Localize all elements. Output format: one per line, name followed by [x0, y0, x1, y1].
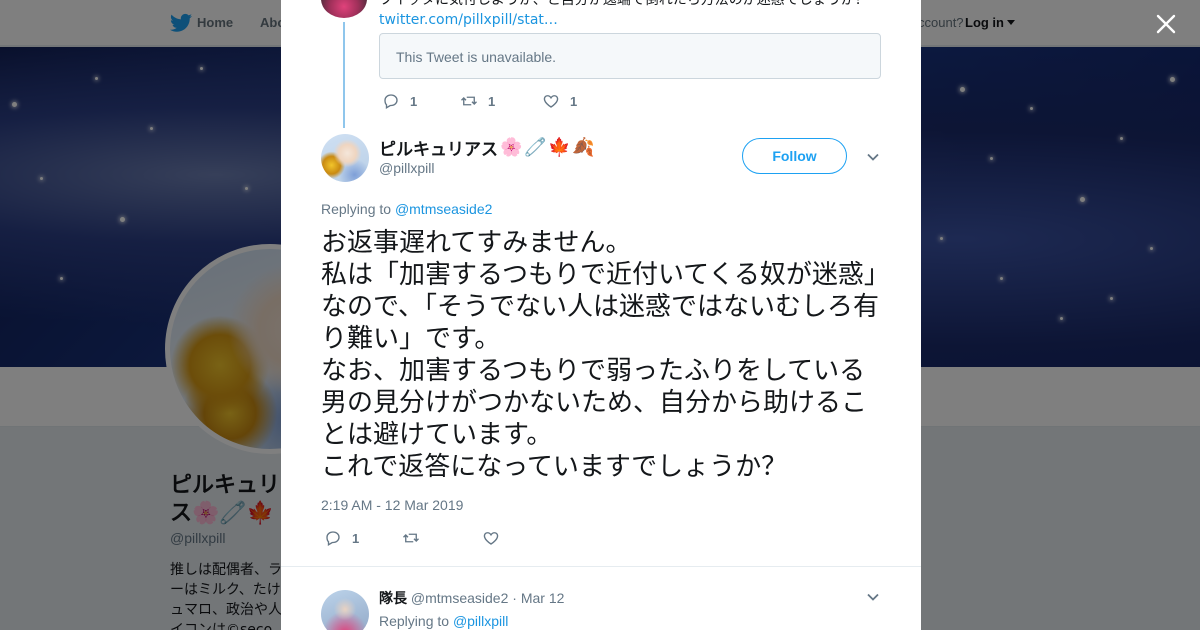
- previous-like-count: 1: [570, 93, 578, 109]
- previous-tweet-avatar[interactable]: [321, 0, 367, 18]
- previous-retweet-count: 1: [488, 93, 496, 109]
- reply-separator: ·: [508, 590, 521, 606]
- tweet-timestamp[interactable]: 2:19 AM - 12 Mar 2019: [321, 497, 463, 513]
- previous-tweet-actions: 1 1 1: [382, 92, 577, 110]
- safety-pin-emoji: 🧷: [524, 136, 547, 158]
- reply-button[interactable]: 1: [324, 529, 402, 547]
- reply-author-handle[interactable]: @mtmseaside2: [411, 590, 508, 606]
- previous-tweet-link[interactable]: twitter.com/pillxpill/stat…: [379, 12, 558, 28]
- reply-icon: [384, 94, 398, 109]
- replying-to-prefix: Replying to: [321, 201, 395, 217]
- reply-icon: [326, 531, 340, 546]
- previous-reply-button[interactable]: 1: [382, 92, 460, 110]
- reply-count: 1: [352, 530, 360, 546]
- reply-tweet-header: 隊長 @mtmseaside2 · Mar 12: [379, 588, 564, 608]
- retweet-icon: [403, 533, 419, 543]
- tweet-author-name[interactable]: ピルキュリアス 🌸 🧷 🍁 🍂: [379, 135, 595, 161]
- reply-replying-prefix: Replying to: [379, 613, 453, 629]
- previous-like-button[interactable]: 1: [542, 92, 577, 110]
- tweet-author-avatar[interactable]: [321, 134, 369, 182]
- chevron-down-icon[interactable]: [866, 590, 880, 604]
- like-button[interactable]: [482, 529, 510, 547]
- fallen-leaf-emoji: 🍂: [572, 136, 595, 158]
- quoted-tweet-unavailable[interactable]: This Tweet is unavailable.: [379, 33, 881, 79]
- close-icon[interactable]: [1152, 10, 1180, 38]
- previous-retweet-button[interactable]: 1: [460, 92, 542, 110]
- previous-tweet-text: ツイッタに気付しようか、と自分か逸端で倒れたら方法のが迷惑でしょうか？ twit…: [379, 0, 879, 30]
- reply-date[interactable]: Mar 12: [521, 590, 565, 606]
- follow-button[interactable]: Follow: [742, 138, 847, 174]
- replying-to-line: Replying to @mtmseaside2: [321, 201, 492, 217]
- maple-leaf-emoji: 🍁: [548, 136, 571, 158]
- tweet-actions: 1: [324, 529, 510, 547]
- tweet-permalink-modal: ツイッタに気付しようか、と自分か逸端で倒れたら方法のが迷惑でしょうか？ twit…: [281, 0, 921, 630]
- heart-icon: [483, 532, 499, 545]
- replying-to-user-link[interactable]: @mtmseaside2: [395, 201, 492, 217]
- reply-author-name[interactable]: 隊長: [379, 591, 407, 607]
- chevron-down-icon[interactable]: [866, 150, 880, 164]
- reply-replying-user-link[interactable]: @pillxpill: [453, 613, 508, 629]
- cherry-blossom-emoji: 🌸: [500, 136, 523, 158]
- tweet-author-display-name: ピルキュリアス: [379, 140, 498, 160]
- tweet-text: お返事遅れてすみません。 私は「加害するつもりで近付いてくる奴が迷惑」なので、「…: [321, 228, 879, 482]
- thread-connector-line: [343, 22, 345, 128]
- replies-divider: [281, 566, 921, 567]
- previous-reply-count: 1: [410, 93, 418, 109]
- retweet-button[interactable]: [402, 529, 482, 547]
- heart-icon: [543, 95, 559, 108]
- tweet-author-handle[interactable]: @pillxpill: [379, 160, 434, 176]
- reply-replying-to-line: Replying to @pillxpill: [379, 613, 508, 629]
- previous-tweet-body: ツイッタに気付しようか、と自分か逸端で倒れたら方法のが迷惑でしょうか？: [379, 0, 869, 8]
- reply-author-avatar[interactable]: [321, 590, 369, 630]
- retweet-icon: [461, 96, 477, 106]
